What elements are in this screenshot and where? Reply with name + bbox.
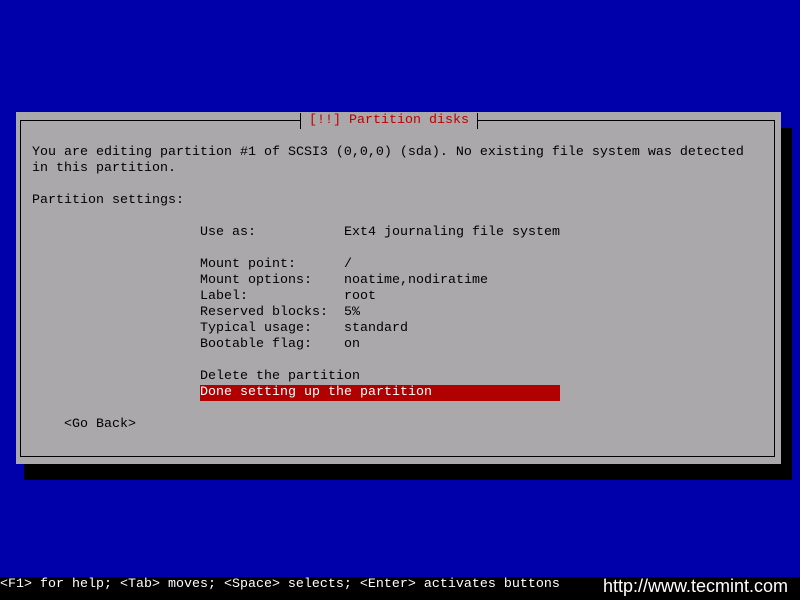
go-back-button[interactable]: <Go Back> — [64, 417, 136, 433]
setting-label: Label: — [200, 289, 248, 304]
delete-partition-option[interactable]: Delete the partition — [200, 369, 360, 385]
setting-value: on — [344, 337, 360, 352]
setting-label: Mount options: — [200, 273, 312, 288]
setting-value: noatime,nodiratime — [344, 273, 488, 288]
section-heading: Partition settings: — [32, 193, 184, 208]
setting-label: Bootable flag: — [200, 337, 312, 352]
setting-value: Ext4 journaling file system — [344, 225, 560, 240]
intro-text-line1: You are editing partition #1 of SCSI3 (0… — [32, 145, 744, 160]
setting-label: Mount point: — [200, 257, 296, 272]
intro-text-line2: in this partition. — [32, 161, 176, 176]
setting-value: 5% — [344, 305, 360, 320]
watermark: http://www.tecmint.com — [602, 576, 788, 596]
done-setting-up-option[interactable]: Done setting up the partition — [200, 385, 560, 401]
dialog-title: [!!] Partition disks — [300, 113, 478, 129]
setting-label: Typical usage: — [200, 321, 312, 336]
status-help-text: <F1> for help; <Tab> moves; <Space> sele… — [0, 577, 560, 592]
setting-value: standard — [344, 321, 408, 336]
setting-label: Reserved blocks: — [200, 305, 328, 320]
setting-value: / — [344, 257, 352, 272]
setting-label: Use as: — [200, 225, 256, 240]
setting-value: root — [344, 289, 376, 304]
